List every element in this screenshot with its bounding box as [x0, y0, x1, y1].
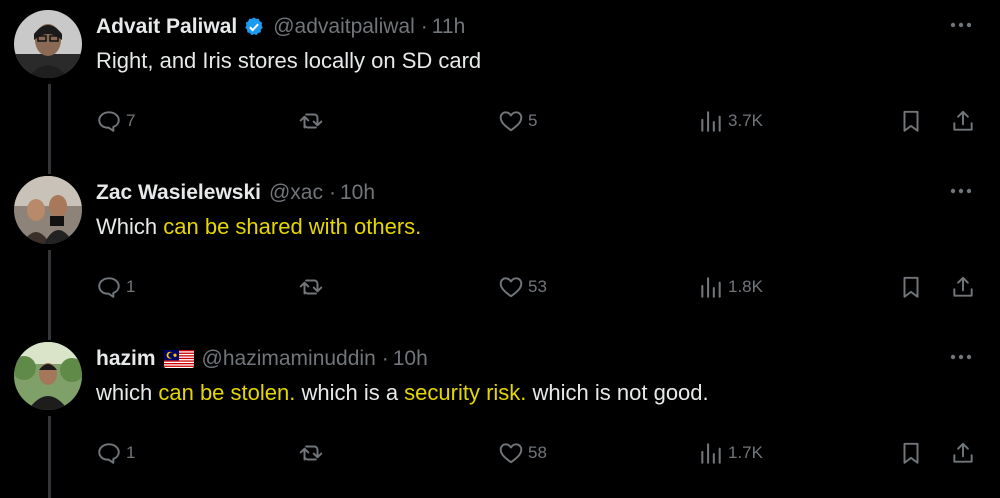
more-options-button[interactable] [944, 174, 978, 208]
avatar[interactable] [14, 342, 82, 410]
reply-count: 1 [126, 443, 136, 462]
reply-icon [98, 443, 120, 464]
malaysia-flag-icon [163, 350, 194, 368]
like-button[interactable]: 58 [498, 432, 547, 474]
like-count: 58 [528, 443, 547, 462]
tweet-text-segment: Right, and Iris stores locally on SD car… [96, 48, 482, 73]
tweet-actions: 1 53 1.8K [0, 266, 1000, 308]
share-button[interactable] [950, 100, 976, 142]
highlighted-text: security risk. [404, 380, 527, 405]
thread-line [48, 166, 51, 174]
tweet[interactable]: Zac Wasielewski @xac · 10h Which can be … [0, 166, 1000, 332]
tweet-text-segment: Which [96, 214, 164, 239]
retweet-button[interactable] [298, 432, 328, 474]
bookmark-button[interactable] [898, 266, 924, 308]
avatar[interactable] [14, 10, 82, 78]
reply-icon [98, 277, 120, 298]
highlighted-text: can be shared with others. [163, 214, 422, 239]
bookmark-icon [903, 442, 919, 464]
reply-count: 1 [126, 277, 136, 296]
views-button[interactable]: 3.7K [698, 100, 763, 142]
more-icon [950, 188, 972, 194]
author-name[interactable]: hazim [96, 347, 156, 371]
heart-icon [499, 443, 523, 464]
tweet-text: Which can be shared with others. [96, 214, 421, 240]
more-icon [950, 22, 972, 28]
share-icon [953, 442, 973, 463]
views-chart-icon [701, 443, 721, 464]
tweet-text: Right, and Iris stores locally on SD car… [96, 48, 481, 74]
thread-line [48, 332, 51, 340]
more-options-button[interactable] [944, 8, 978, 42]
tweet-text-segment: which [96, 380, 159, 405]
view-count: 1.8K [728, 277, 763, 296]
tweet-header: Advait Paliwal @advaitpaliwal · 11h [96, 12, 465, 42]
separator-dot: · [328, 181, 336, 204]
retweet-button[interactable] [298, 100, 328, 142]
like-count: 53 [528, 277, 547, 296]
share-icon [953, 276, 973, 297]
heart-icon [499, 111, 523, 132]
view-count: 1.7K [728, 443, 763, 462]
retweet-icon [299, 113, 323, 129]
retweet-icon [299, 279, 323, 295]
separator-dot: · [381, 347, 389, 370]
author-handle[interactable]: @advaitpaliwal [273, 15, 415, 39]
retweet-button[interactable] [298, 266, 328, 308]
bookmark-icon [903, 110, 919, 132]
more-options-button[interactable] [944, 340, 978, 374]
bookmark-button[interactable] [898, 100, 924, 142]
tweet-header: hazim @hazimaminuddin · 10h [96, 344, 428, 374]
timestamp[interactable]: 10h [393, 347, 428, 371]
bookmark-icon [903, 276, 919, 298]
share-icon [953, 110, 973, 131]
author-handle[interactable]: @xac [269, 181, 323, 205]
timestamp[interactable]: 10h [340, 181, 375, 205]
views-button[interactable]: 1.8K [698, 266, 763, 308]
tweet-actions: 7 5 3.7K [0, 100, 1000, 142]
author-name[interactable]: Zac Wasielewski [96, 181, 261, 205]
reply-button[interactable]: 1 [96, 266, 135, 308]
share-button[interactable] [950, 432, 976, 474]
bookmark-button[interactable] [898, 432, 924, 474]
tweet[interactable]: hazim @hazimaminuddin · 10h which can be… [0, 332, 1000, 498]
like-button[interactable]: 5 [498, 100, 537, 142]
reply-count: 7 [126, 111, 136, 130]
highlighted-text: can be stolen. [158, 380, 296, 405]
tweet-header: Zac Wasielewski @xac · 10h [96, 178, 375, 208]
view-count: 3.7K [728, 111, 763, 130]
author-handle[interactable]: @hazimaminuddin [202, 347, 376, 371]
heart-icon [499, 277, 523, 298]
views-button[interactable]: 1.7K [698, 432, 763, 474]
author-name[interactable]: Advait Paliwal [96, 15, 237, 39]
tweet-text-segment: which is not good. [526, 380, 709, 405]
verified-badge-icon [243, 16, 265, 38]
avatar[interactable] [14, 176, 82, 244]
tweet-text-segment: which is a [295, 380, 405, 405]
tweet-text: which can be stolen. which is a security… [96, 380, 709, 406]
timestamp[interactable]: 11h [432, 15, 465, 39]
reply-button[interactable]: 1 [96, 432, 135, 474]
tweet-actions: 1 58 1.7K [0, 432, 1000, 474]
more-icon [950, 354, 972, 360]
separator-dot: · [420, 15, 428, 38]
share-button[interactable] [950, 266, 976, 308]
reply-icon [98, 111, 120, 132]
like-button[interactable]: 53 [498, 266, 547, 308]
reply-button[interactable]: 7 [96, 100, 135, 142]
retweet-icon [299, 445, 323, 461]
views-chart-icon [701, 111, 721, 132]
views-chart-icon [701, 277, 721, 298]
tweet[interactable]: Advait Paliwal @advaitpaliwal · 11h Righ… [0, 0, 1000, 166]
like-count: 5 [528, 111, 538, 130]
